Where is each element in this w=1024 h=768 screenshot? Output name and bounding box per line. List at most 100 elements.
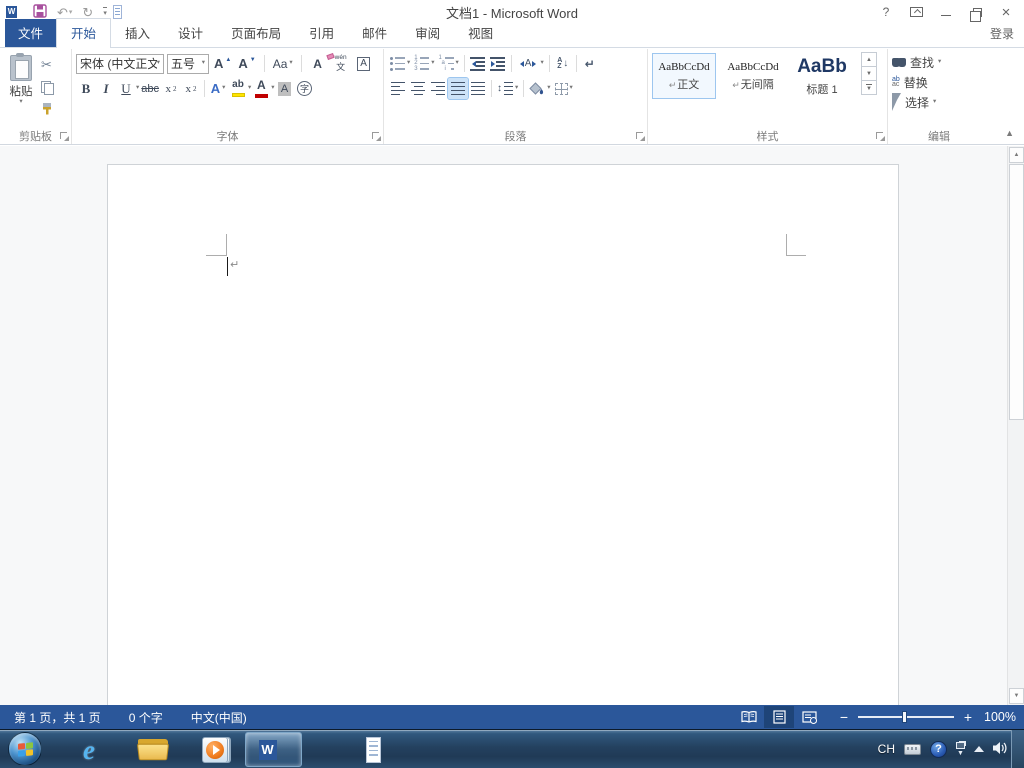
increase-indent-button[interactable] — [488, 53, 508, 74]
font-name-dropdown-icon[interactable]: ▾ — [157, 60, 160, 67]
find-dropdown-icon[interactable]: ▾ — [938, 58, 941, 66]
tab-home[interactable]: 开始 — [56, 18, 112, 48]
subscript-button[interactable]: x2 — [161, 78, 181, 99]
volume-button[interactable] — [993, 741, 1008, 758]
align-right-button[interactable] — [428, 78, 448, 99]
line-spacing-button[interactable]: ↕ ▾ — [495, 78, 520, 99]
collapse-ribbon-button[interactable]: ▲ — [1005, 128, 1014, 138]
ime-language-indicator[interactable]: CH — [878, 742, 895, 756]
start-button[interactable] — [8, 732, 42, 766]
find-button[interactable]: 查找 ▾ — [892, 54, 986, 70]
align-left-button[interactable] — [388, 78, 408, 99]
cut-button[interactable]: ✂ — [41, 56, 61, 74]
show-hidden-icons-button[interactable] — [974, 746, 984, 752]
multilevel-dropdown-icon[interactable]: ▾ — [456, 60, 459, 67]
paragraph-dialog-launcher[interactable] — [636, 132, 645, 141]
select-button[interactable]: 选择 ▾ — [892, 93, 986, 111]
clear-formatting-button[interactable]: A — [308, 52, 335, 74]
format-painter-button[interactable] — [41, 100, 61, 118]
paste-button[interactable]: 粘贴 ▾ — [4, 53, 38, 127]
bold-button[interactable]: B — [76, 78, 96, 99]
tray-help-icon[interactable]: ? — [930, 740, 947, 758]
change-case-button[interactable]: Aa ▾ — [271, 53, 295, 74]
styles-scroll-down-button[interactable]: ▼ — [861, 66, 877, 81]
word-count-status[interactable]: 0 个字 — [115, 705, 177, 729]
scroll-up-button[interactable]: ▲ — [1009, 147, 1024, 163]
style-normal[interactable]: AaBbCcDd ↵正文 — [652, 53, 716, 99]
shading-button[interactable]: ▾ — [527, 78, 552, 99]
keyboard-icon[interactable] — [904, 743, 921, 755]
decrease-indent-button[interactable] — [468, 53, 488, 74]
language-status[interactable]: 中文(中国) — [177, 705, 261, 729]
shading-dropdown-icon[interactable]: ▾ — [547, 85, 550, 92]
select-dropdown-icon[interactable]: ▾ — [933, 98, 936, 106]
text-effects-button[interactable]: A ▾ — [208, 78, 228, 99]
shrink-font-button[interactable]: A ▼ — [236, 53, 257, 74]
document-canvas[interactable]: ↵ ▲ ▼ — [0, 146, 1024, 705]
tab-mailings[interactable]: 邮件 — [348, 19, 401, 47]
change-case-dropdown-icon[interactable]: ▾ — [289, 60, 292, 67]
tab-insert[interactable]: 插入 — [111, 19, 164, 47]
character-border-button[interactable]: A — [354, 53, 374, 74]
font-size-combobox[interactable]: 五号 ▾ — [167, 53, 209, 74]
asian-layout-dropdown-icon[interactable]: ▾ — [540, 60, 543, 67]
taskbar-file-explorer[interactable] — [136, 734, 170, 766]
scrollbar-thumb[interactable] — [1009, 164, 1024, 420]
tab-design[interactable]: 设计 — [164, 19, 217, 47]
show-hide-marks-button[interactable]: ↵ — [580, 53, 600, 74]
clipboard-dialog-launcher[interactable] — [60, 132, 69, 141]
font-name-combobox[interactable]: 宋体 (中文正文 ▾ — [76, 53, 164, 74]
numbering-button[interactable]: 1 2 3 ▾ — [412, 53, 436, 74]
restore-button[interactable] — [962, 2, 990, 22]
vertical-scrollbar[interactable]: ▲ ▼ — [1007, 146, 1024, 705]
borders-button[interactable]: ▾ — [553, 78, 575, 99]
paste-dropdown-icon[interactable]: ▾ — [19, 98, 22, 106]
copy-button[interactable] — [41, 78, 61, 96]
taskbar-word-button-active[interactable]: W — [245, 732, 381, 767]
tab-review[interactable]: 审阅 — [401, 19, 454, 47]
web-layout-button[interactable] — [794, 706, 824, 728]
line-spacing-dropdown-icon[interactable]: ▾ — [515, 85, 518, 92]
font-size-dropdown-icon[interactable]: ▾ — [202, 60, 205, 67]
numbering-dropdown-icon[interactable]: ▾ — [431, 60, 434, 67]
tab-references[interactable]: 引用 — [295, 19, 348, 47]
bullets-dropdown-icon[interactable]: ▾ — [407, 60, 410, 67]
font-color-button[interactable]: A — [251, 78, 271, 99]
bullets-button[interactable]: ▾ — [388, 53, 412, 74]
distribute-button[interactable] — [468, 78, 488, 99]
character-shading-button[interactable]: A — [275, 78, 295, 99]
ribbon-display-options-button[interactable] — [902, 2, 930, 22]
close-button[interactable]: × — [992, 2, 1020, 22]
tab-file[interactable]: 文件 — [5, 19, 57, 47]
italic-button[interactable]: I — [96, 78, 116, 99]
taskbar-media-player[interactable] — [198, 734, 232, 766]
page-number-status[interactable]: 第 1 页，共 1 页 — [0, 705, 115, 729]
align-center-button[interactable] — [408, 78, 428, 99]
zoom-out-button[interactable]: − — [838, 709, 850, 725]
taskbar-internet-explorer[interactable]: e — [72, 734, 106, 766]
styles-scroll-up-button[interactable]: ▲ — [861, 52, 877, 67]
strikethrough-button[interactable]: abc — [139, 78, 161, 99]
tab-view[interactable]: 视图 — [454, 19, 507, 47]
zoom-level-button[interactable]: 100% — [974, 710, 1016, 724]
document-page[interactable] — [107, 164, 899, 705]
zoom-slider-thumb[interactable] — [902, 711, 907, 723]
print-layout-button[interactable] — [764, 706, 794, 728]
enclose-characters-button[interactable]: 字 — [295, 78, 315, 99]
text-highlight-button[interactable]: ab — [228, 78, 248, 99]
zoom-in-button[interactable]: + — [962, 709, 974, 725]
read-mode-button[interactable] — [734, 706, 764, 728]
style-no-spacing[interactable]: AaBbCcDd ↵无间隔 — [721, 53, 785, 99]
show-desktop-button[interactable] — [1011, 730, 1024, 768]
justify-button[interactable] — [447, 77, 469, 100]
ime-toolbar-restore[interactable]: ▼ — [956, 742, 965, 757]
borders-dropdown-icon[interactable]: ▾ — [570, 85, 573, 92]
scroll-down-button[interactable]: ▼ — [1009, 688, 1024, 704]
help-button[interactable]: ? — [872, 2, 900, 22]
asian-layout-button[interactable]: A ▾ — [515, 53, 546, 74]
underline-button[interactable]: U — [116, 78, 136, 99]
font-dialog-launcher[interactable] — [372, 132, 381, 141]
grow-font-button[interactable]: A ▲ — [212, 53, 233, 74]
superscript-button[interactable]: x2 — [181, 78, 201, 99]
text-effects-dropdown-icon[interactable]: ▾ — [222, 85, 225, 92]
